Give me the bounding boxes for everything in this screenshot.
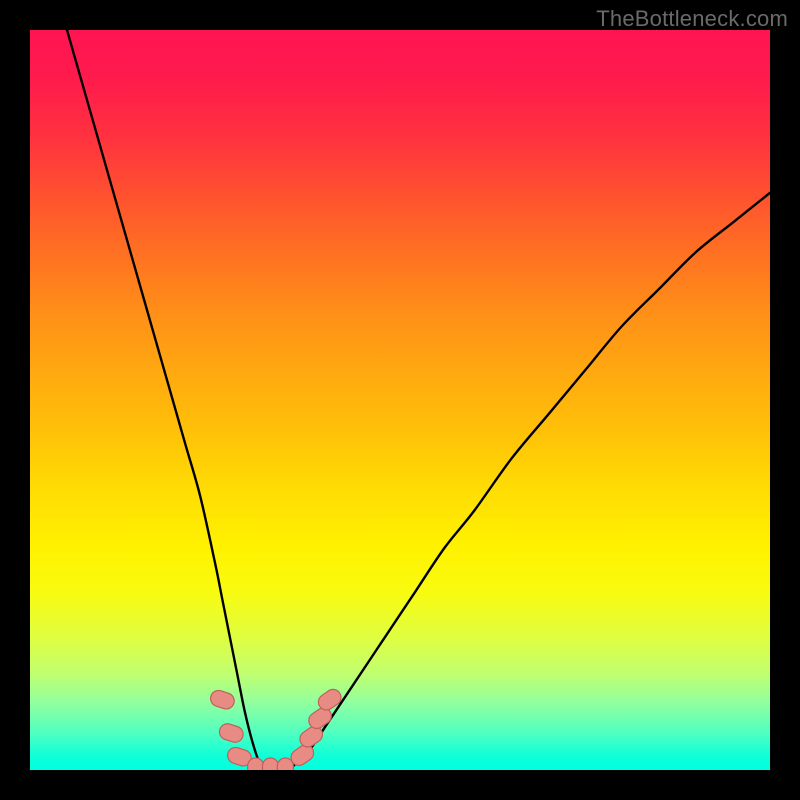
watermark-text: TheBottleneck.com [596,6,788,32]
curve-marker [248,758,264,770]
curve-marker [217,722,245,745]
plot-area [30,30,770,770]
bottleneck-curve [67,30,770,770]
chart-frame: TheBottleneck.com [0,0,800,800]
curve-svg [30,30,770,770]
curve-marker [209,688,237,711]
curve-marker [263,758,279,770]
